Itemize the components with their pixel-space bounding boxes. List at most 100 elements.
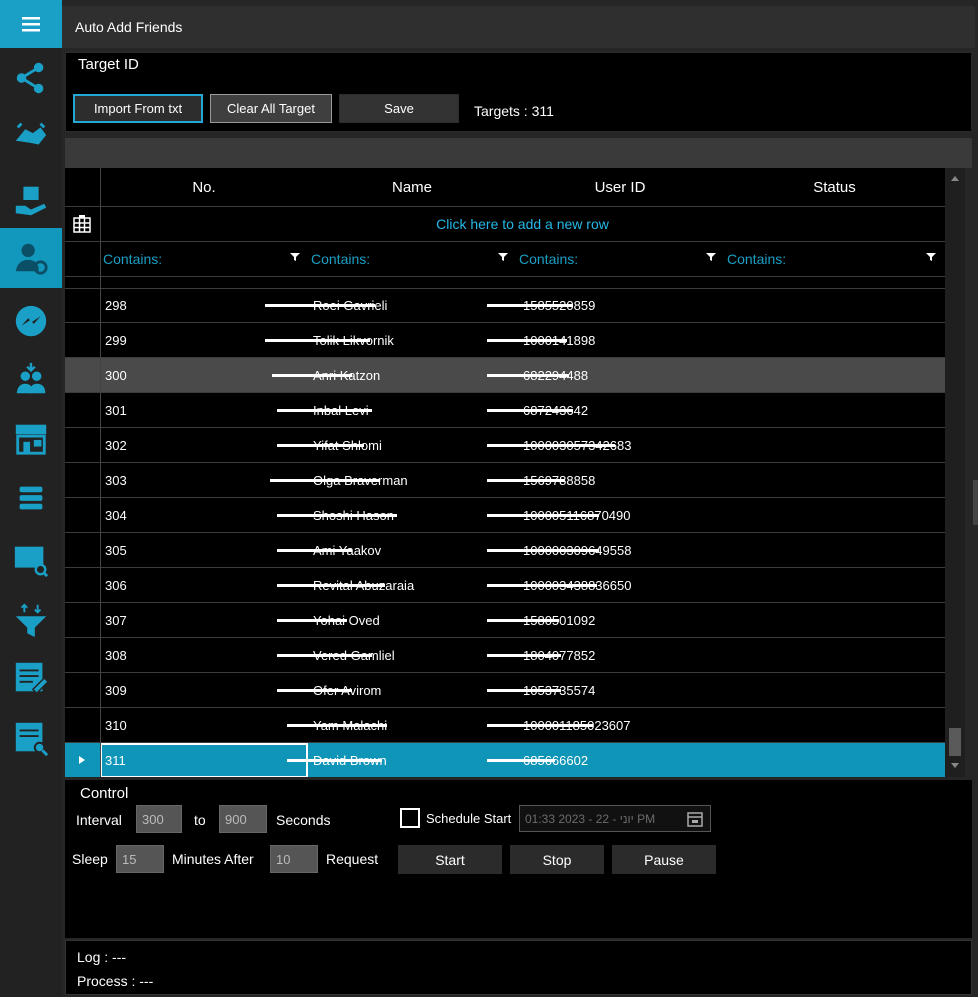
- stop-button[interactable]: Stop: [510, 845, 604, 874]
- target-section-label: Target ID: [78, 56, 139, 73]
- cell-no[interactable]: 301: [105, 393, 127, 428]
- import-from-txt-button[interactable]: Import From txt: [73, 94, 203, 123]
- start-button[interactable]: Start: [398, 845, 502, 874]
- sidebar-item-chat-search[interactable]: [0, 530, 62, 590]
- sidebar-item-list-search[interactable]: [0, 708, 62, 768]
- schedule-start-label: Schedule Start: [426, 811, 512, 826]
- redaction-mark: [265, 339, 370, 342]
- table-row[interactable]: 304Shoshi Hason100005116870490: [65, 498, 945, 533]
- redaction-mark: [277, 689, 352, 692]
- cell-no[interactable]: 305: [105, 533, 127, 568]
- table-row[interactable]: 301Inbal Levi687243642: [65, 393, 945, 428]
- table-row[interactable]: 309Ofer Avirom1053735574: [65, 673, 945, 708]
- targets-count: Targets : 311: [474, 103, 554, 119]
- filter-funnel-icon[interactable]: [498, 252, 508, 262]
- filter-name[interactable]: Contains:: [308, 242, 516, 276]
- cell-no[interactable]: 310: [105, 708, 127, 743]
- cell-no[interactable]: 300: [105, 358, 127, 393]
- sidebar-item-servers[interactable]: [0, 468, 62, 528]
- add-friend-icon: [15, 243, 48, 275]
- calendar-icon[interactable]: [686, 810, 704, 828]
- row-selector-divider: [100, 498, 101, 533]
- column-header-status[interactable]: Status: [724, 168, 945, 206]
- redaction-mark: [265, 304, 375, 307]
- sidebar-item-filter[interactable]: [0, 590, 62, 650]
- filter-status[interactable]: Contains:: [724, 242, 945, 276]
- table-row[interactable]: 306Revital Abuzaraia100003438836650: [65, 568, 945, 603]
- sidebar-item-store[interactable]: [0, 408, 62, 468]
- scrollbar-thumb[interactable]: [949, 728, 961, 756]
- table-row[interactable]: 299Tolik Likvornik1000141898: [65, 323, 945, 358]
- cell-no[interactable]: 308: [105, 638, 127, 673]
- sidebar-item-list-edit[interactable]: [0, 648, 62, 708]
- sidebar-item-share[interactable]: [0, 48, 62, 108]
- table-row[interactable]: 305Ami Yaakov100000309649558: [65, 533, 945, 568]
- add-new-row-link[interactable]: Click here to add a new row: [100, 207, 945, 241]
- column-header-name[interactable]: Name: [308, 168, 516, 206]
- redaction-mark: [272, 374, 352, 377]
- sidebar-item-handshake[interactable]: [0, 105, 62, 165]
- window-scroll-grip[interactable]: [973, 480, 978, 525]
- redaction-mark: [277, 584, 385, 587]
- main-area: Auto Add Friends Target ID Import From t…: [62, 0, 978, 997]
- row-selector-divider: [100, 743, 101, 777]
- schedule-datetime-picker[interactable]: 01:33 2023 - 22 - יוני PM: [519, 805, 711, 832]
- filter-divider: [65, 276, 945, 277]
- cell-no[interactable]: 304: [105, 498, 127, 533]
- cell-no[interactable]: 309: [105, 673, 127, 708]
- scroll-down-icon[interactable]: [950, 762, 960, 770]
- redaction-mark: [487, 374, 569, 377]
- cell-no[interactable]: 298: [105, 288, 127, 323]
- table-row[interactable]: 303Olga Braverman1569788858: [65, 463, 945, 498]
- target-panel: Target ID Import From txt Clear All Targ…: [65, 52, 972, 132]
- add-row-table-icon[interactable]: [73, 215, 91, 233]
- cell-no[interactable]: 307: [105, 603, 127, 638]
- list-edit-icon: [15, 662, 50, 695]
- menu-button[interactable]: [0, 0, 62, 48]
- cell-no[interactable]: 303: [105, 463, 127, 498]
- filter-funnel-icon[interactable]: [290, 252, 300, 262]
- sidebar-item-groups[interactable]: [0, 350, 62, 410]
- pause-button[interactable]: Pause: [612, 845, 716, 874]
- clear-all-target-button[interactable]: Clear All Target: [210, 94, 332, 123]
- table-row[interactable]: 310Yam Malachi100001185023607: [65, 708, 945, 743]
- row-no-editor[interactable]: [100, 743, 308, 777]
- seconds-label: Seconds: [276, 812, 331, 828]
- cell-no[interactable]: 306: [105, 568, 127, 603]
- cell-no[interactable]: 299: [105, 323, 127, 358]
- schedule-start-checkbox[interactable]: [400, 808, 420, 828]
- filter-user-id[interactable]: Contains:: [516, 242, 724, 276]
- interval-label: Interval: [76, 812, 122, 828]
- sidebar-item-messenger[interactable]: [0, 292, 62, 352]
- redaction-mark: [277, 619, 347, 622]
- schedule-datetime-value: 01:33 2023 - 22 - יוני PM: [525, 812, 656, 826]
- scroll-up-icon[interactable]: [950, 174, 960, 182]
- table-row[interactable]: 300Anri Katzon682294488: [65, 358, 945, 393]
- cell-no[interactable]: 302: [105, 428, 127, 463]
- table-row[interactable]: 311David Brown685666602: [65, 743, 945, 777]
- sidebar-item-add-friend[interactable]: [0, 228, 62, 288]
- redaction-mark: [487, 759, 555, 762]
- table-row[interactable]: 302Yifat Shlomi100003057342683: [65, 428, 945, 463]
- save-button[interactable]: Save: [339, 94, 459, 123]
- filter-funnel-icon[interactable]: [926, 252, 936, 262]
- row-selector-divider: [100, 463, 101, 498]
- table-row[interactable]: 308Vered Gamliel1804077852: [65, 638, 945, 673]
- interval-from-input[interactable]: 300: [136, 805, 182, 833]
- log-panel: Log : --- Process : ---: [65, 940, 972, 995]
- request-count-input[interactable]: 10: [270, 845, 318, 873]
- redaction-mark: [287, 759, 382, 762]
- sidebar-item-box[interactable]: [0, 170, 62, 230]
- filter-funnel-icon[interactable]: [706, 252, 716, 262]
- redaction-mark: [487, 689, 561, 692]
- grid-vertical-scrollbar[interactable]: [945, 168, 965, 777]
- table-row[interactable]: 298Roei Gavrieli1585520859: [65, 288, 945, 323]
- column-header-no[interactable]: No.: [100, 168, 308, 206]
- table-row[interactable]: 307Yohai Oved1580501092: [65, 603, 945, 638]
- column-header-user-id[interactable]: User ID: [516, 168, 724, 206]
- cell-no[interactable]: 311: [105, 743, 126, 777]
- filter-no[interactable]: Contains:: [100, 242, 308, 276]
- hand-box-icon: [15, 186, 47, 216]
- interval-to-input[interactable]: 900: [219, 805, 267, 833]
- sleep-minutes-input[interactable]: 15: [116, 845, 164, 873]
